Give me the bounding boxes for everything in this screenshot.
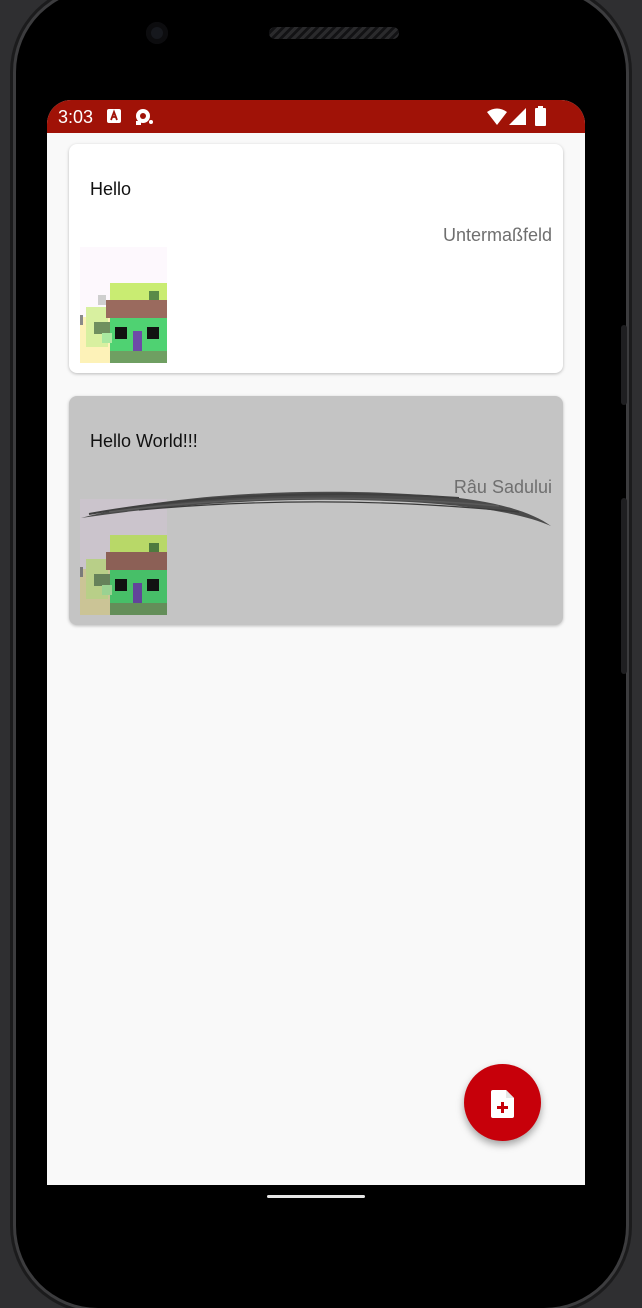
earpiece-speaker — [269, 27, 399, 39]
battery-icon — [535, 106, 546, 131]
card-title: Hello — [90, 179, 132, 199]
power-button — [621, 498, 627, 674]
add-document-icon — [491, 1090, 514, 1121]
entry-card[interactable]: Hello World!!! Râu Sadului — [69, 396, 563, 625]
volume-button — [621, 325, 627, 405]
status-bar: 3:03 — [47, 100, 585, 133]
card-location: Untermaßfeld — [442, 225, 552, 245]
strikethrough-brush-stroke — [79, 488, 554, 535]
wifi-icon — [487, 108, 507, 130]
entry-card[interactable]: Hello Untermaßfeld — [69, 144, 563, 373]
front-camera — [146, 22, 168, 44]
notification-a-icon — [107, 109, 121, 128]
card-thumbnail — [80, 247, 167, 368]
signal-icon — [509, 108, 526, 130]
add-entry-button[interactable] — [464, 1064, 541, 1141]
assistant-icon — [134, 108, 154, 131]
status-time: 3:03 — [58, 107, 94, 127]
app-screen: 3:03 Hello Untermaßfeld Hello World!!! R… — [47, 100, 585, 1185]
gesture-nav-handle[interactable] — [267, 1195, 365, 1198]
card-title: Hello World!!! — [90, 431, 198, 451]
